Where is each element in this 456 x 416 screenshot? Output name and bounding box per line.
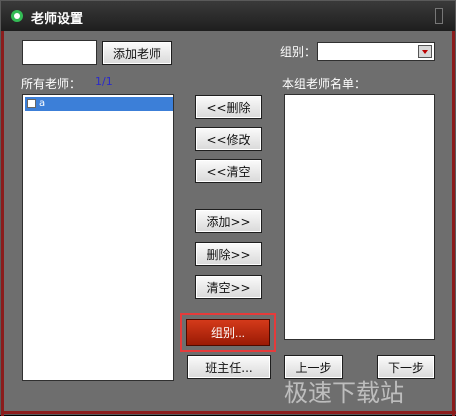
all-teachers-list[interactable]: a (22, 94, 174, 381)
add-right-button[interactable]: 添加>> (195, 209, 262, 233)
all-teachers-label: 所有老师： (21, 77, 82, 91)
title-bar: 老师设置 (1, 1, 455, 31)
clear-left-button[interactable]: <<清空 (195, 159, 262, 183)
window-border-right (452, 31, 455, 416)
chevron-down-icon[interactable] (418, 45, 432, 58)
teacher-count: 1/1 (95, 75, 113, 88)
remove-right-button[interactable]: 删除>> (195, 242, 262, 266)
teacher-settings-window: 老师设置 添加老师 组别： 所有老师： 1/1 a <<删除 <<修改 <<清空… (0, 0, 456, 416)
list-item-label: a (39, 98, 46, 109)
remove-left-button[interactable]: <<删除 (195, 95, 262, 119)
group-select[interactable] (317, 42, 435, 61)
group-button[interactable]: 组别... (186, 319, 270, 346)
window-border-bottom (1, 411, 456, 414)
checkbox[interactable] (27, 99, 36, 108)
group-teachers-label: 本组老师名单： (282, 77, 367, 91)
clear-right-button[interactable]: 清空>> (195, 275, 262, 299)
head-teacher-button[interactable]: 班主任... (187, 355, 271, 379)
watermark: 极速下载站 (284, 379, 404, 407)
app-icon (11, 10, 23, 22)
teacher-name-input[interactable] (22, 40, 97, 65)
modify-left-button[interactable]: <<修改 (195, 127, 262, 151)
list-item[interactable]: a (25, 97, 173, 111)
group-label: 组别： (280, 45, 317, 59)
window-control-icon[interactable] (435, 8, 443, 24)
group-teachers-list[interactable] (284, 94, 435, 340)
window-border-left (1, 31, 4, 416)
window-title: 老师设置 (31, 12, 84, 27)
add-teacher-button[interactable]: 添加老师 (102, 41, 172, 65)
